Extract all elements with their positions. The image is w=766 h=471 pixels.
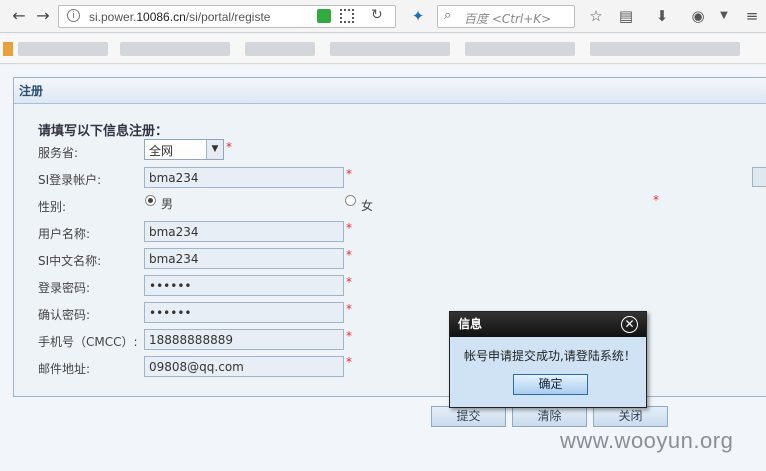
province-select[interactable]: 全网 ▼ xyxy=(144,139,224,160)
forward-icon[interactable]: → xyxy=(32,5,54,27)
menu-icon[interactable]: ≡ xyxy=(742,6,762,26)
gender-male-radio[interactable] xyxy=(145,195,156,206)
account-input[interactable]: bma234 xyxy=(144,167,344,188)
required-mark: * xyxy=(653,193,659,207)
chevron-down-icon[interactable]: ▼ xyxy=(714,6,734,26)
side-button[interactable] xyxy=(752,167,766,187)
required-mark: * xyxy=(346,355,352,369)
required-mark: * xyxy=(346,167,352,181)
username-label: 用户名称: xyxy=(38,227,91,241)
panel-title: 注册 xyxy=(14,78,766,104)
required-mark: * xyxy=(346,248,352,262)
dialog-title: 信息 xyxy=(458,317,483,331)
gender-female-label: 女 xyxy=(361,199,374,213)
required-mark: * xyxy=(226,140,232,154)
close-icon[interactable]: ✕ xyxy=(621,316,638,333)
reader-icon[interactable]: ▤ xyxy=(616,6,636,26)
bookmark-item[interactable] xyxy=(245,42,315,56)
gender-male-label: 男 xyxy=(161,197,174,211)
reload-icon[interactable]: ↻ xyxy=(371,7,383,23)
browser-toolbar: ← → i si.power.10086.cn/si/portal/regist… xyxy=(0,0,766,33)
email-input[interactable]: 09808@qq.com xyxy=(144,356,344,377)
submit-button[interactable]: 提交 xyxy=(431,406,506,427)
search-icon: ⌕ xyxy=(444,8,452,23)
required-mark: * xyxy=(346,329,352,343)
dialog-message: 帐号申请提交成功,请登陆系统！ xyxy=(464,349,636,363)
username-input[interactable]: bma234 xyxy=(144,221,344,242)
bookmark-item[interactable] xyxy=(590,42,740,56)
confirm-input[interactable]: •••••• xyxy=(144,302,344,323)
province-label: 服务省: xyxy=(38,146,79,160)
back-icon[interactable]: ← xyxy=(8,5,30,27)
palette-icon[interactable]: ◉ xyxy=(688,6,708,26)
required-mark: * xyxy=(346,275,352,289)
search-input[interactable]: 百度 <Ctrl+K> xyxy=(464,10,551,27)
search-box[interactable]: ⌕ 百度 <Ctrl+K> xyxy=(437,5,575,28)
info-icon[interactable]: i xyxy=(67,9,80,22)
info-dialog: 信息 ✕ 帐号申请提交成功,请登陆系统！ 确定 xyxy=(449,311,647,408)
url-host: 10086.cn xyxy=(136,10,186,24)
url-text: si.power.10086.cn/si/portal/registe xyxy=(89,10,270,24)
download-icon[interactable]: ⬇ xyxy=(652,6,672,26)
password-label: 登录密码: xyxy=(38,281,91,295)
gender-label: 性别: xyxy=(38,200,67,214)
account-label: SI登录帐户: xyxy=(38,173,102,187)
password-input[interactable]: •••••• xyxy=(144,275,344,296)
email-label: 邮件地址: xyxy=(38,362,91,376)
chevron-down-icon[interactable]: ▼ xyxy=(206,140,223,159)
required-mark: * xyxy=(346,302,352,316)
required-mark: * xyxy=(346,221,352,235)
bookmark-item[interactable] xyxy=(330,42,450,56)
qrcode-icon[interactable] xyxy=(340,9,354,23)
gender-female-radio[interactable] xyxy=(345,195,356,206)
bird-icon[interactable]: ✦ xyxy=(408,6,428,26)
dialog-header: 信息 ✕ xyxy=(450,312,646,337)
watermark: www.wooyun.org xyxy=(560,428,734,453)
ok-button[interactable]: 确定 xyxy=(513,374,588,395)
form-heading: 请填写以下信息注册： xyxy=(38,124,169,139)
bookmarks-bar xyxy=(0,34,766,64)
bookmark-item[interactable] xyxy=(120,42,230,56)
star-icon[interactable]: ☆ xyxy=(586,6,606,26)
bookmark-item[interactable] xyxy=(465,42,575,56)
url-path: /si/portal/registe xyxy=(185,10,271,24)
confirm-label: 确认密码: xyxy=(38,308,91,322)
bookmark-favicon-icon[interactable] xyxy=(3,42,13,56)
province-value: 全网 xyxy=(149,144,174,158)
bookmark-item[interactable] xyxy=(18,42,108,56)
close-button[interactable]: 关闭 xyxy=(593,406,668,427)
cn-name-label: SI中文名称: xyxy=(38,254,102,268)
url-prefix: si.power. xyxy=(89,10,137,24)
address-bar[interactable]: i si.power.10086.cn/si/portal/registe ↻ xyxy=(58,5,396,28)
shield-icon[interactable] xyxy=(317,9,331,23)
phone-label: 手机号（CMCC）: xyxy=(38,335,138,349)
phone-input[interactable]: 18888888889 xyxy=(144,329,344,350)
clear-button[interactable]: 清除 xyxy=(512,406,587,427)
cn-name-input[interactable]: bma234 xyxy=(144,248,344,269)
